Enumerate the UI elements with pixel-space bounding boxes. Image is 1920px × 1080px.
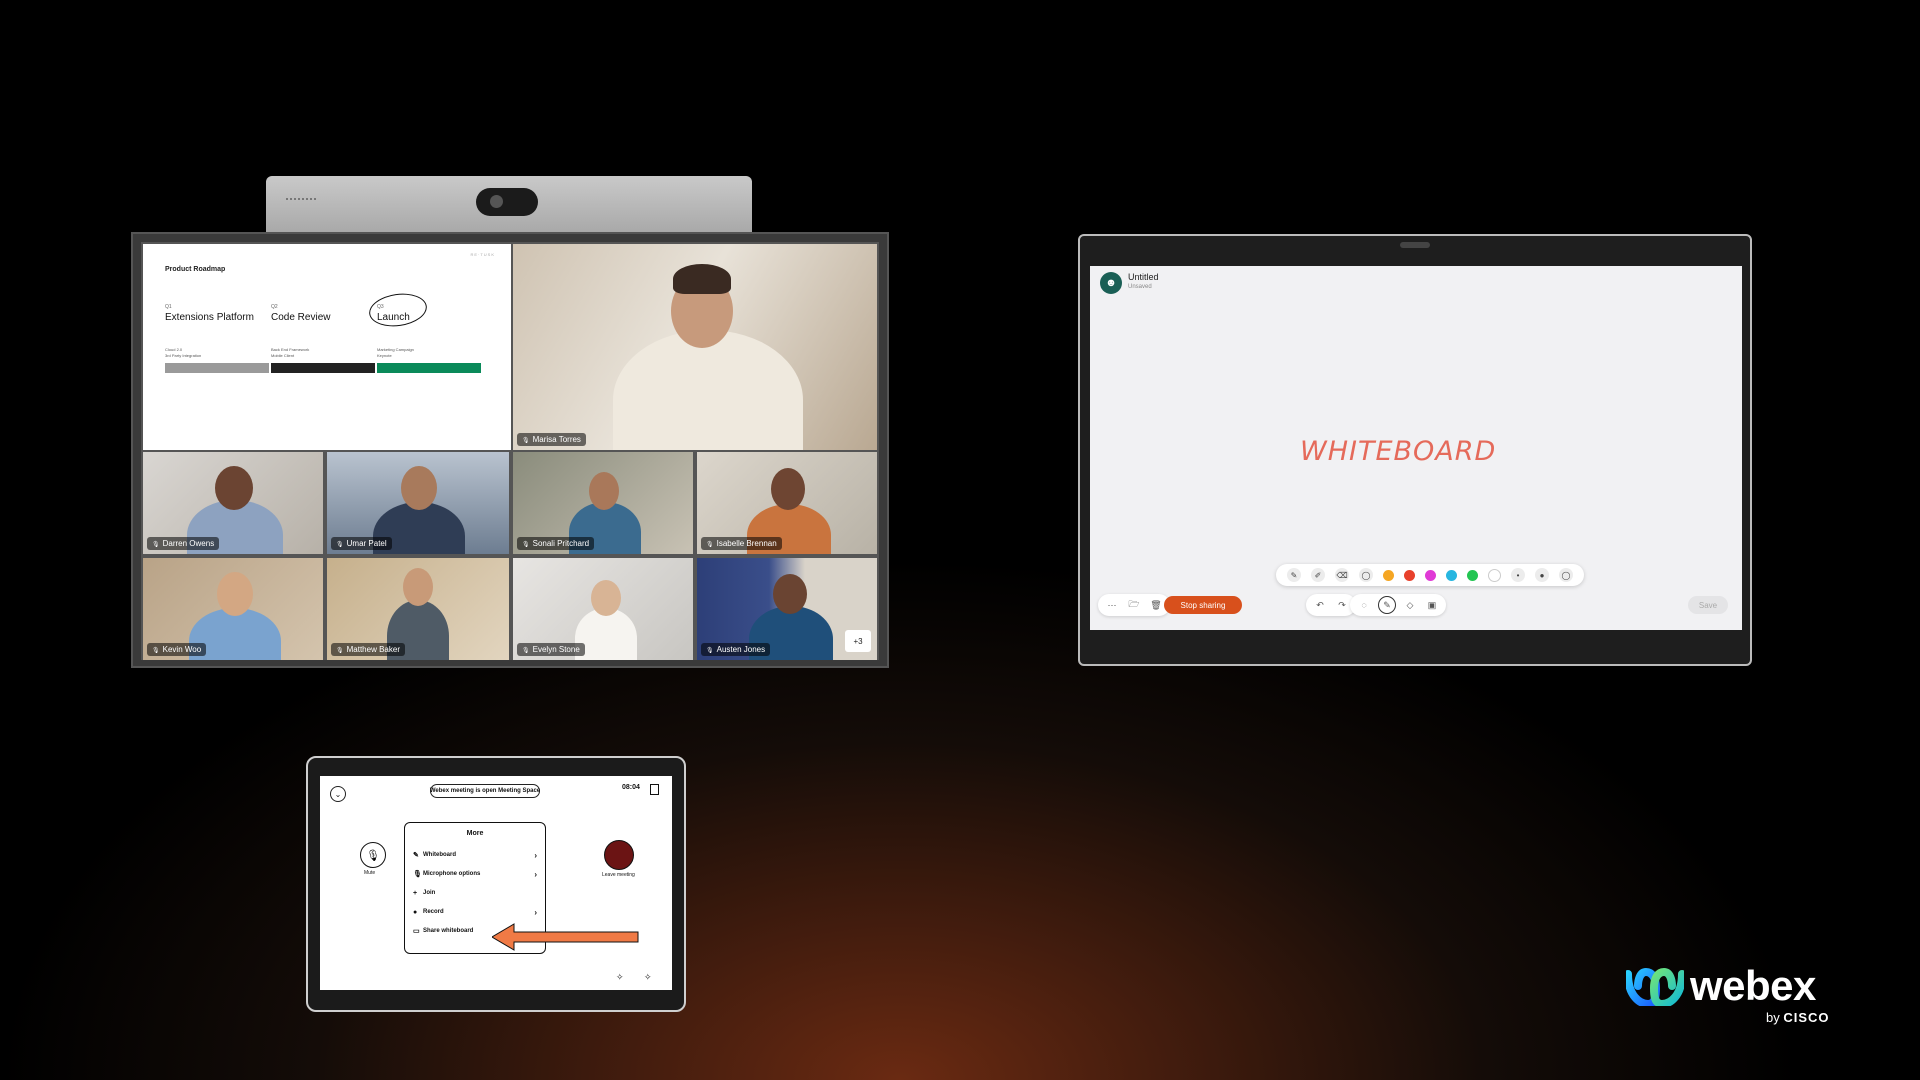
eraser-icon[interactable]: ⌫ bbox=[1335, 568, 1349, 582]
participant-name: Kevin Woo bbox=[147, 643, 207, 656]
participant-name: Marisa Torres bbox=[517, 433, 586, 446]
mute-label: Mute bbox=[364, 870, 376, 876]
desk-display: ☻ Untitled Unsaved WHITEBOARD ✎ ✐ ⌫ ◯ • … bbox=[1078, 234, 1752, 666]
medium-stroke-icon[interactable]: ● bbox=[1535, 568, 1549, 582]
participant-name: Umar Patel bbox=[331, 537, 392, 550]
participant-name: Evelyn Stone bbox=[517, 643, 585, 656]
participant-name: Austen Jones bbox=[701, 643, 771, 656]
participant-tile[interactable]: Umar Patel bbox=[327, 452, 509, 554]
pen-icon[interactable]: ✎ bbox=[1287, 568, 1301, 582]
room-camera-bar bbox=[266, 176, 752, 232]
meeting-grid: Product Roadmap RE·TUSK Q1 Extensions Pl… bbox=[141, 242, 879, 660]
pen-palette: ✎ ✐ ⌫ ◯ • ● ◯ bbox=[1276, 564, 1584, 586]
board-display: Product Roadmap RE·TUSK Q1 Extensions Pl… bbox=[131, 232, 889, 668]
roadmap-bar bbox=[377, 363, 481, 373]
volume-up-icon[interactable]: ✧ bbox=[644, 972, 652, 983]
whiteboard-status: Unsaved bbox=[1128, 284, 1152, 290]
microphone-icon[interactable]: 🎙 bbox=[360, 842, 386, 868]
brand-byline: by CISCO bbox=[1766, 1010, 1830, 1025]
slide-title: Product Roadmap bbox=[165, 266, 226, 273]
sticky-note-icon[interactable]: ▣ bbox=[1424, 597, 1440, 613]
participant-tile[interactable]: Isabelle Brennan bbox=[697, 452, 877, 554]
stop-sharing-button[interactable]: Stop sharing bbox=[1164, 596, 1242, 614]
color-picker-icon[interactable]: ◯ bbox=[1359, 568, 1373, 582]
large-stroke-icon[interactable]: ◯ bbox=[1559, 568, 1573, 582]
menu-title: More bbox=[466, 830, 484, 837]
whiteboard-drawing: WHITEBOARD bbox=[1300, 436, 1497, 467]
whiteboard-bottom-bar: ⋯ 🗁 🗑 Stop sharing ↶ ↷ ◌ ✎ ◇ ▣ Save bbox=[1098, 592, 1734, 618]
roadmap-column-q1: Q1 Extensions Platform Cloud 2.0 3rd Par… bbox=[165, 304, 269, 373]
leave-meeting-button[interactable] bbox=[604, 840, 634, 870]
menu-item-record[interactable]: ● Record › bbox=[413, 906, 537, 918]
lasso-select-icon[interactable]: ◌ bbox=[1356, 597, 1372, 613]
chevron-down-icon[interactable]: ⌄ bbox=[330, 786, 346, 802]
menu-item-microphone-options[interactable]: 🎙 Microphone options › bbox=[413, 868, 537, 880]
color-swatch-magenta[interactable] bbox=[1425, 569, 1436, 581]
participant-name: Matthew Baker bbox=[331, 643, 405, 656]
participant-tile[interactable]: Kevin Woo bbox=[143, 558, 323, 660]
highlighter-icon[interactable]: ✐ bbox=[1311, 568, 1325, 582]
pencil-icon: ✎ bbox=[413, 852, 419, 859]
participant-tile[interactable]: Evelyn Stone bbox=[513, 558, 693, 660]
redo-icon[interactable]: ↷ bbox=[1334, 597, 1350, 613]
participant-tile[interactable]: Darren Owens bbox=[143, 452, 323, 554]
plus-icon: + bbox=[413, 889, 418, 897]
clock: 08:04 bbox=[622, 784, 640, 791]
brand-wordmark: webex bbox=[1690, 962, 1816, 1009]
roadmap-bar bbox=[165, 363, 269, 373]
menu-item-join[interactable]: + Join bbox=[413, 887, 537, 899]
participant-tile[interactable]: Austen Jones +3 bbox=[697, 558, 877, 660]
menu-item-whiteboard[interactable]: ✎ Whiteboard › bbox=[413, 849, 537, 861]
camera-lens-icon bbox=[476, 188, 538, 216]
undo-icon[interactable]: ↶ bbox=[1312, 597, 1328, 613]
file-actions: ⋯ 🗁 🗑 bbox=[1098, 594, 1170, 616]
small-stroke-icon[interactable]: • bbox=[1511, 568, 1525, 582]
whiteboard-title[interactable]: Untitled bbox=[1128, 272, 1159, 282]
history-actions: ↶ ↷ bbox=[1306, 594, 1356, 616]
color-swatch-white[interactable] bbox=[1488, 568, 1501, 582]
controller-screen: ⌄ Webex meeting is open Meeting Space 08… bbox=[320, 776, 672, 990]
participant-tile[interactable]: Marisa Torres bbox=[513, 244, 877, 450]
chevron-right-icon: › bbox=[534, 869, 537, 879]
color-swatch-green[interactable] bbox=[1467, 569, 1478, 581]
save-button[interactable]: Save bbox=[1688, 596, 1728, 614]
leave-label: Leave meeting bbox=[602, 872, 635, 878]
chevron-right-icon: › bbox=[534, 850, 537, 860]
whiteboard-icon: ▭ bbox=[413, 928, 420, 935]
participant-tile[interactable]: Matthew Baker bbox=[327, 558, 509, 660]
color-swatch-orange[interactable] bbox=[1383, 569, 1394, 581]
more-options-icon[interactable]: ⋯ bbox=[1104, 597, 1120, 613]
roadmap-bar bbox=[271, 363, 375, 373]
record-icon: ● bbox=[413, 908, 418, 916]
more-participants-badge[interactable]: +3 bbox=[845, 630, 871, 652]
color-swatch-cyan[interactable] bbox=[1446, 569, 1457, 581]
color-swatch-red[interactable] bbox=[1404, 569, 1415, 581]
slide-watermark: RE·TUSK bbox=[470, 252, 495, 257]
shapes-icon[interactable]: ◇ bbox=[1402, 597, 1418, 613]
meeting-status-pill: Webex meeting is open Meeting Space bbox=[430, 784, 540, 798]
participant-name: Darren Owens bbox=[147, 537, 220, 550]
cisco-logo-icon bbox=[286, 198, 316, 208]
microphone-icon: 🎙 bbox=[413, 871, 422, 878]
webex-logo-icon bbox=[1626, 967, 1684, 1006]
shared-slide: Product Roadmap RE·TUSK Q1 Extensions Pl… bbox=[143, 244, 511, 450]
pen-tool-icon[interactable]: ✎ bbox=[1378, 596, 1396, 614]
roadmap-column-q2: Q2 Code Review Back End Framework Mobile… bbox=[271, 304, 375, 373]
whiteboard-canvas[interactable]: ☻ Untitled Unsaved WHITEBOARD ✎ ✐ ⌫ ◯ • … bbox=[1090, 266, 1742, 630]
chevron-right-icon: › bbox=[534, 907, 537, 917]
tool-actions: ◌ ✎ ◇ ▣ bbox=[1350, 594, 1446, 616]
participant-name: Sonali Pritchard bbox=[517, 537, 595, 550]
participant-name: Isabelle Brennan bbox=[701, 537, 782, 550]
volume-down-icon[interactable]: ✧ bbox=[616, 972, 624, 983]
folder-icon[interactable]: 🗁 bbox=[1126, 597, 1142, 613]
participant-tile[interactable]: Sonali Pritchard bbox=[513, 452, 693, 554]
trash-icon[interactable]: 🗑 bbox=[1148, 597, 1164, 613]
touch-controller: ⌄ Webex meeting is open Meeting Space 08… bbox=[306, 756, 686, 1012]
user-avatar-icon[interactable]: ☻ bbox=[1100, 272, 1122, 294]
pointer-arrow-icon bbox=[492, 923, 639, 951]
camera-notch bbox=[1400, 242, 1430, 248]
battery-icon bbox=[650, 784, 659, 795]
